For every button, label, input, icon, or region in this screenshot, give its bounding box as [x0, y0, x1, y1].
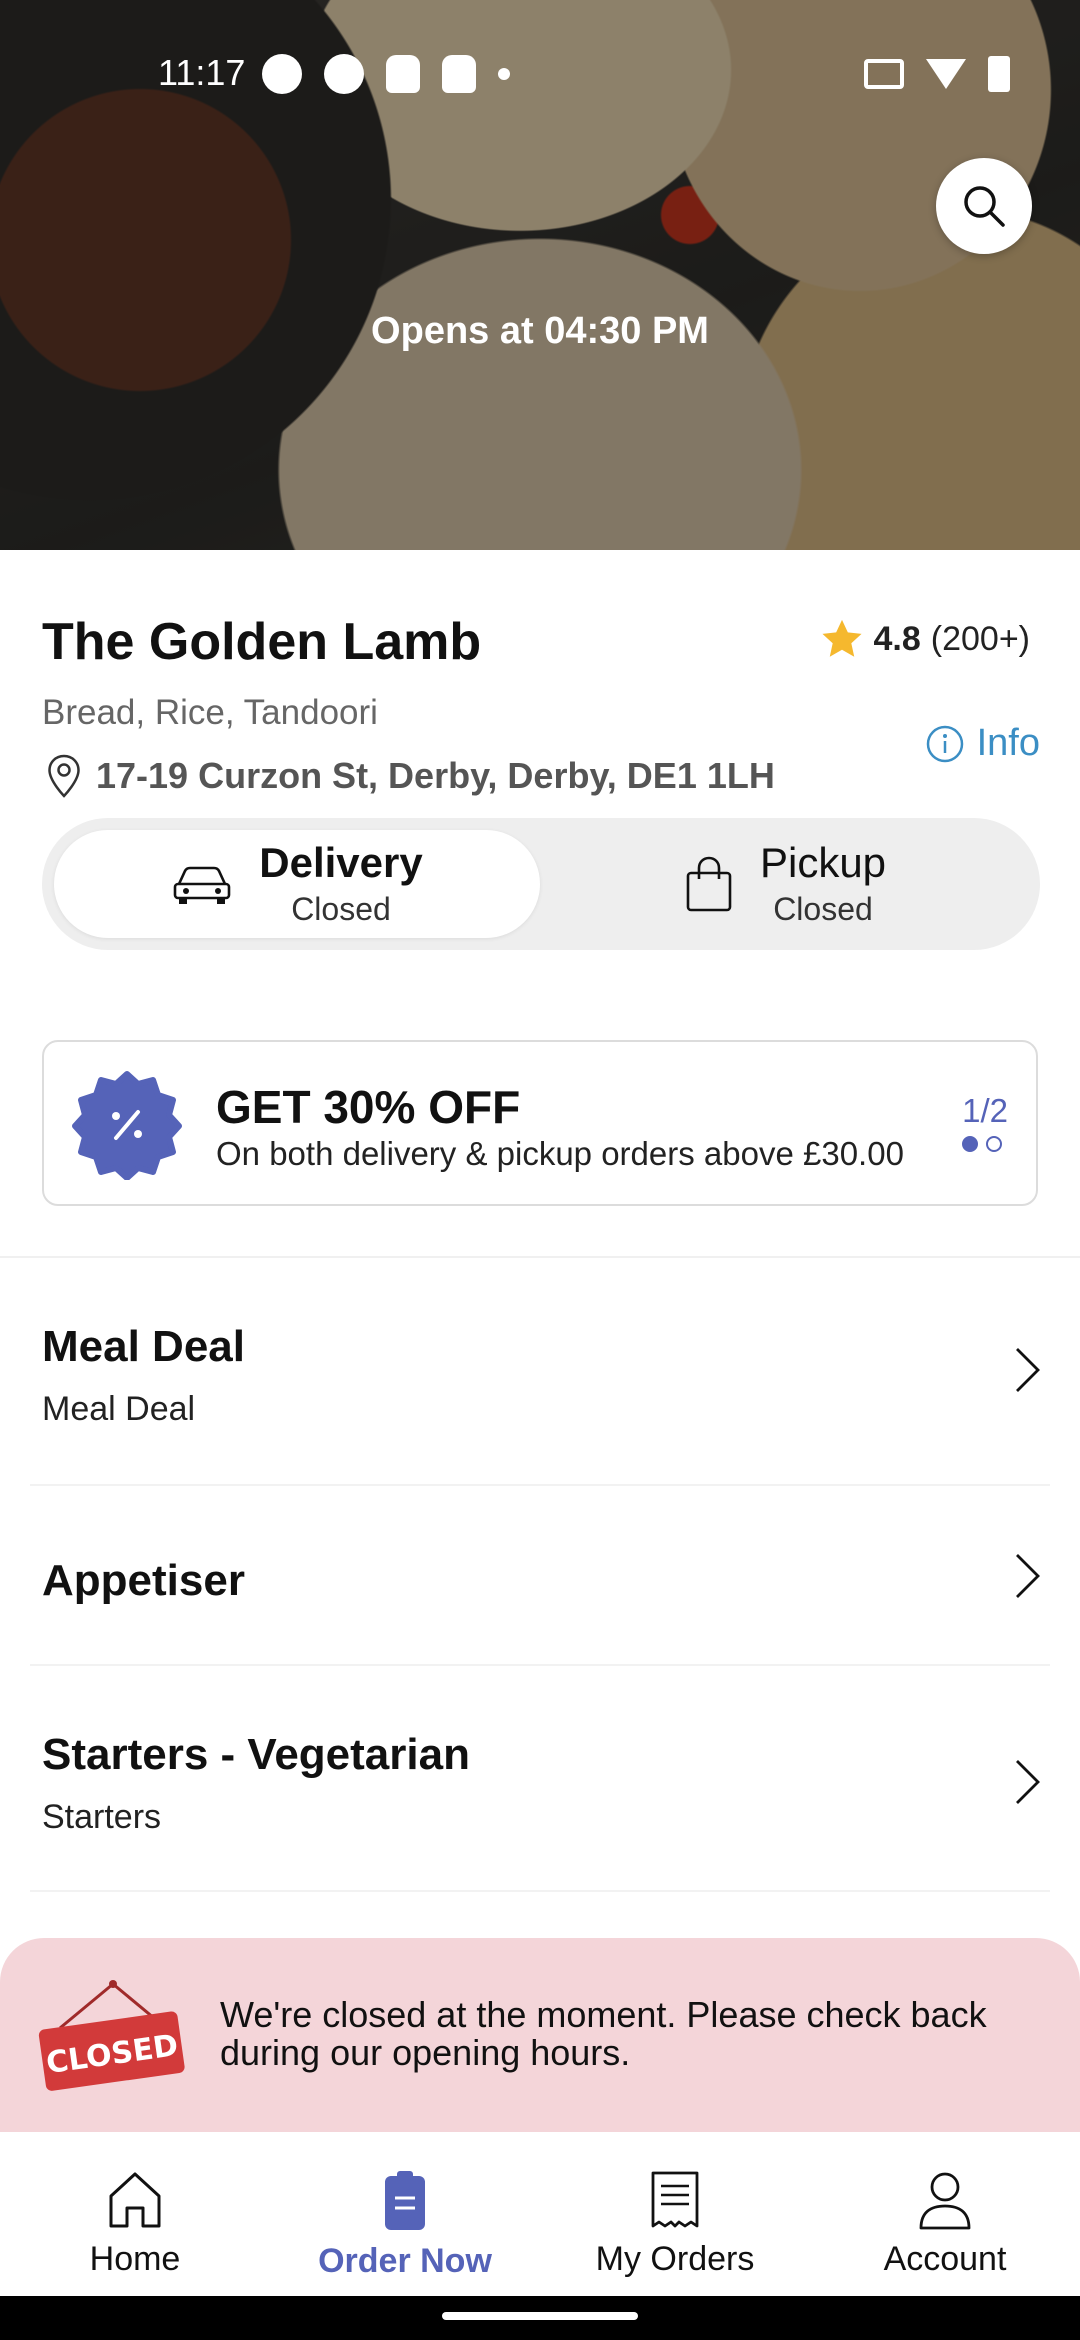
cast-icon — [864, 59, 904, 89]
discount-badge-icon — [72, 1071, 182, 1180]
promo-page-indicator: 1/2 — [962, 1092, 1008, 1129]
restaurant-address: 17-19 Curzon St, Derby, Derby, DE1 1LH — [46, 754, 775, 798]
delivery-status: Closed — [291, 890, 391, 927]
order-mode-toggle: Delivery Closed Pickup Closed — [42, 818, 1040, 950]
rating: 4.8 (200+) — [820, 618, 1030, 660]
order-icon — [385, 2171, 425, 2230]
star-icon — [821, 619, 862, 657]
bottom-navigation: Home Order Now My Orders Account — [0, 2132, 1080, 2296]
rating-count: (200+) — [930, 619, 1030, 658]
closed-sign-icon: CLOSED — [38, 1980, 185, 2091]
system-gesture-bar — [0, 2296, 1080, 2340]
person-icon — [919, 2172, 971, 2230]
android-icon — [442, 55, 476, 93]
nav-order-now[interactable]: Order Now — [270, 2132, 540, 2296]
menu-category-subtitle: Starters — [42, 1798, 162, 1836]
pickup-option[interactable]: Pickup Closed — [542, 830, 1028, 938]
closed-notice-banner: CLOSED We're closed at the moment. Pleas… — [0, 1938, 1080, 2138]
search-button[interactable] — [936, 158, 1032, 254]
promo-description: On both delivery & pickup orders above £… — [216, 1135, 904, 1172]
system-icons — [864, 56, 1010, 92]
nav-home[interactable]: Home — [0, 2132, 270, 2296]
cuisine-tags: Bread, Rice, Tandoori — [42, 693, 378, 732]
nav-account-label: Account — [883, 2240, 1007, 2278]
menu-category-meal-deal[interactable]: Meal Deal Meal Deal — [0, 1258, 1080, 1484]
nav-my-orders-label: My Orders — [595, 2240, 755, 2278]
notification-icons — [262, 54, 510, 94]
promo-pagination-dots — [962, 1136, 1002, 1152]
android-icon — [386, 55, 420, 93]
info-label: Info — [976, 722, 1040, 764]
search-icon — [964, 186, 1005, 227]
home-icon — [109, 2172, 161, 2228]
menu-category-starters-vegetarian[interactable]: Starters - Vegetarian Starters — [0, 1666, 1080, 1892]
more-notifications-dot-icon — [498, 68, 510, 80]
closed-message: We're closed at the moment. Please check… — [220, 1994, 987, 2073]
delivery-label: Delivery — [259, 839, 423, 887]
info-button[interactable]: Info — [925, 722, 1040, 765]
pagination-dot — [986, 1136, 1002, 1152]
status-time: 11:17 — [158, 52, 246, 93]
rating-value: 4.8 — [873, 619, 921, 658]
car-icon — [173, 866, 231, 904]
hero-banner-image: 11:17 Opens at 04:30 PM — [0, 0, 1080, 550]
app-root: 11:17 Opens at 04:30 PM The Golden Lamb … — [0, 0, 1080, 2340]
shopping-bag-icon — [686, 856, 732, 912]
pickup-status: Closed — [773, 890, 873, 927]
chevron-right-icon — [1016, 1760, 1040, 1804]
promo-card[interactable]: GET 30% OFF On both delivery & pickup or… — [42, 1040, 1038, 1206]
divider — [30, 1890, 1050, 1892]
location-pin-icon — [48, 754, 80, 798]
opening-time-text: Opens at 04:30 PM — [371, 310, 709, 352]
chevron-right-icon — [1016, 1348, 1040, 1392]
status-bar: 11:17 — [0, 50, 1080, 100]
menu-category-title: Appetiser — [42, 1556, 245, 1605]
pickup-label: Pickup — [759, 839, 887, 887]
restaurant-name: The Golden Lamb — [42, 613, 482, 671]
info-icon — [926, 725, 963, 762]
menu-category-appetiser[interactable]: Appetiser — [0, 1486, 1080, 1664]
nav-order-now-label: Order Now — [318, 2242, 492, 2280]
battery-icon — [988, 56, 1010, 92]
home-gesture-handle[interactable] — [442, 2312, 638, 2320]
pagination-dot-active — [962, 1136, 978, 1152]
wifi-icon — [926, 59, 966, 89]
app-notification-icon — [262, 54, 302, 94]
sync-notification-icon — [324, 54, 364, 94]
menu-category-title: Starters - Vegetarian — [42, 1730, 470, 1779]
nav-my-orders[interactable]: My Orders — [540, 2132, 810, 2296]
receipt-icon — [651, 2171, 699, 2228]
nav-home-label: Home — [89, 2240, 181, 2278]
menu-category-title: Meal Deal — [42, 1322, 245, 1371]
promo-title: GET 30% OFF — [216, 1081, 521, 1133]
nav-account[interactable]: Account — [810, 2132, 1080, 2296]
chevron-right-icon — [1016, 1554, 1040, 1598]
address-text: 17-19 Curzon St, Derby, Derby, DE1 1LH — [96, 755, 775, 796]
delivery-option[interactable]: Delivery Closed — [54, 830, 540, 938]
menu-category-subtitle: Meal Deal — [42, 1390, 196, 1428]
